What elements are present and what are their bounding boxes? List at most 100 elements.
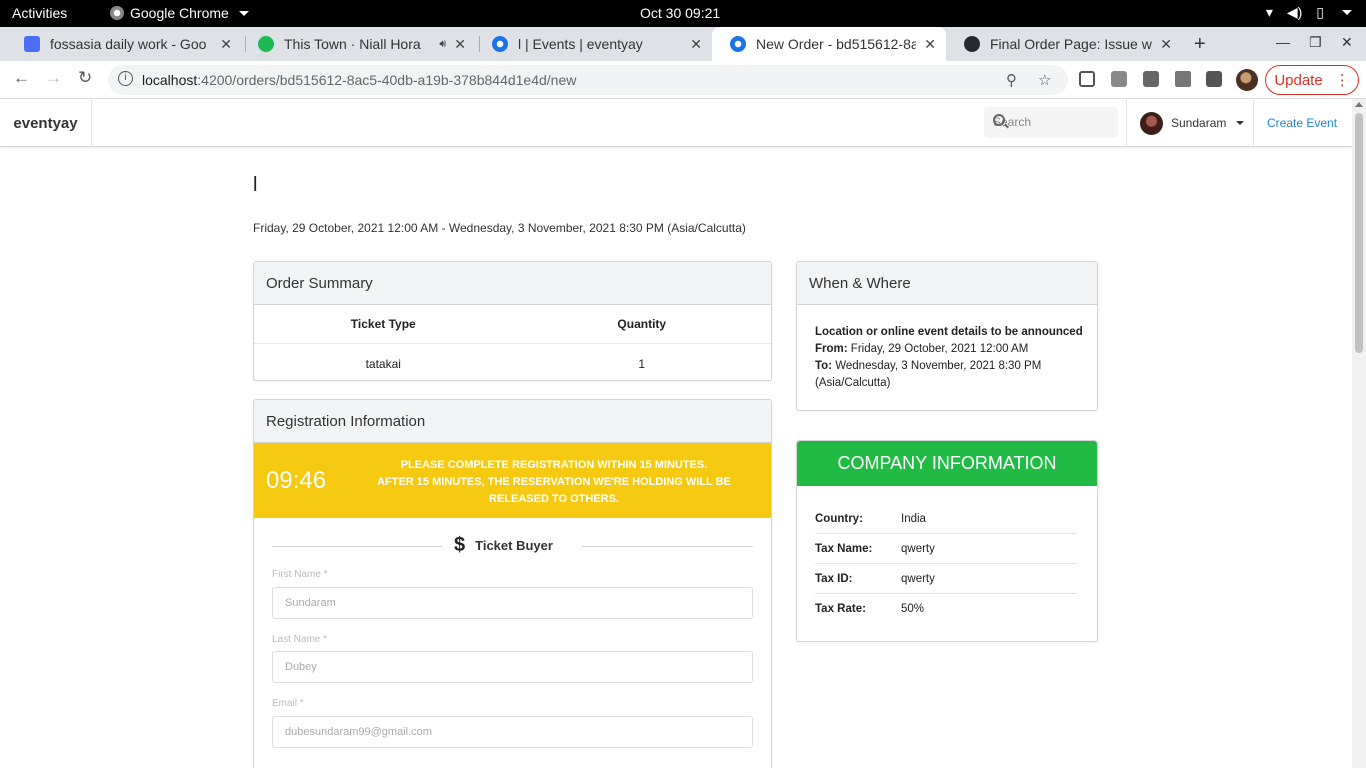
docs-icon (24, 36, 40, 52)
scroll-up-icon[interactable] (1355, 102, 1363, 107)
countdown-timer: 09:46 (266, 467, 327, 494)
reload-icon[interactable]: ↻ (78, 68, 92, 88)
tab-title: l | Events | eventyay (518, 36, 643, 52)
browser-tab[interactable]: Final Order Page: Issue w ✕ (946, 27, 1182, 61)
create-event-link[interactable]: Create Event (1267, 116, 1337, 130)
timer-message: PLEASE COMPLETE REGISTRATION WITHIN 15 M… (377, 459, 731, 505)
column-header: Ticket Type (350, 317, 416, 331)
eventyay-icon (492, 36, 508, 52)
to-date: Wednesday, 3 November, 2021 8:30 PM (Asi… (815, 360, 1042, 389)
tab-title: New Order - bd515612-8a (756, 36, 917, 52)
avatar (1140, 111, 1163, 135)
browser-tab[interactable]: l | Events | eventyay ✕ (474, 27, 712, 61)
app-name: Google Chrome (130, 5, 229, 21)
forward-icon[interactable]: → (45, 68, 62, 88)
browser-toolbar: ← → ↻ i localhost:4200/orders/bd515612-8… (0, 61, 1366, 99)
site-info-icon[interactable]: i (118, 71, 133, 86)
list-item: Country: India (815, 504, 1077, 534)
when-where-details: Location or online event details to be a… (815, 326, 1083, 389)
when-where-heading: When & Where (797, 262, 1097, 305)
first-name-label: First Name * (272, 569, 328, 580)
bookmark-star-icon[interactable]: ☆ (1038, 71, 1051, 89)
ticket-buyer-heading: $ Ticket Buyer (454, 534, 553, 556)
search-icon (993, 114, 1005, 126)
puzzle-icon[interactable] (1175, 71, 1191, 87)
list-item: Tax Rate: 50% (815, 603, 925, 615)
email-label: Email * (272, 698, 304, 709)
app-navbar: eventyay Search Sundaram Create Event (0, 99, 1352, 147)
close-icon[interactable]: ✕ (924, 36, 936, 53)
close-icon[interactable]: ✕ (690, 36, 702, 53)
event-dates: Friday, 29 October, 2021 12:00 AM - Wedn… (253, 221, 746, 235)
event-title: l (253, 174, 258, 196)
order-table: Ticket Type Quantity tatakai 1 (254, 305, 771, 383)
spotify-icon (258, 36, 274, 52)
profile-avatar[interactable] (1236, 69, 1258, 91)
battery-icon: ▯ (1316, 4, 1324, 20)
system-tray[interactable]: ▾ ◀) ▯ (1266, 4, 1352, 21)
divider (272, 546, 442, 547)
clock[interactable]: Oct 30 09:21 (640, 5, 720, 21)
from-date: Friday, 29 October, 2021 12:00 AM (850, 343, 1029, 355)
update-button[interactable]: Update ⋮ (1265, 65, 1359, 95)
address-bar[interactable]: i localhost:4200/orders/bd515612-8ac5-40… (108, 65, 1068, 95)
location-text: Location or online event details to be a… (815, 326, 1083, 338)
media-control-icon[interactable] (1206, 71, 1222, 87)
last-name-field[interactable]: Dubey (272, 651, 753, 683)
divider (582, 546, 753, 547)
tab-title: Final Order Page: Issue w (990, 36, 1152, 52)
order-summary-heading: Order Summary (254, 262, 771, 305)
zoom-icon[interactable]: ⚲ (1006, 71, 1017, 89)
brand-logo[interactable]: eventyay (0, 99, 92, 147)
page-scrollbar[interactable] (1352, 99, 1366, 768)
qr-extension-icon[interactable] (1079, 71, 1095, 87)
chevron-down-icon (1236, 121, 1245, 125)
company-info-heading: COMPANY INFORMATION (797, 441, 1097, 486)
table-row: tatakai 1 (254, 344, 771, 383)
ticket-type-cell: tatakai (365, 356, 401, 371)
order-summary-card: Order Summary Ticket Type Quantity tatak… (253, 261, 772, 381)
dollar-icon: $ (454, 534, 466, 556)
search-input[interactable]: Search (984, 107, 1118, 138)
speaker-icon[interactable]: 🔊︎ (439, 38, 446, 51)
close-icon[interactable]: ✕ (220, 36, 232, 53)
os-top-bar: Activities Google Chrome Oct 30 09:21 ▾ … (0, 0, 1366, 27)
tab-title: This Town · Niall Hora (284, 36, 421, 52)
last-name-label: Last Name * (272, 634, 328, 645)
browser-tab[interactable]: This Town · Niall Hora 🔊︎ ✕ (240, 27, 476, 61)
close-icon[interactable]: ✕ (1160, 36, 1172, 53)
cast-extension-icon[interactable] (1111, 71, 1127, 87)
activities-button[interactable]: Activities (12, 5, 67, 21)
browser-tab-active[interactable]: New Order - bd515612-8a ✕ (712, 27, 946, 61)
registration-heading: Registration Information (254, 400, 771, 443)
more-menu-icon: ⋮ (1334, 72, 1350, 89)
browser-tab[interactable]: fossasia daily work - Goo ✕ (6, 27, 242, 61)
company-info-card: COMPANY INFORMATION Country: India Tax N… (796, 440, 1098, 642)
when-where-card: When & Where Location or online event de… (796, 261, 1098, 411)
url-text[interactable]: localhost:4200/orders/bd515612-8ac5-40db… (142, 72, 576, 88)
list-item: Tax Name: qwerty (815, 534, 1077, 564)
app-menu[interactable]: Google Chrome (110, 5, 249, 21)
chevron-down-icon (238, 10, 249, 16)
timer-banner: 09:46 PLEASE COMPLETE REGISTRATION WITHI… (254, 443, 771, 518)
window-close-icon[interactable]: ✕ (1341, 34, 1353, 51)
column-header: Quantity (617, 317, 667, 331)
company-info-list: Country: India Tax Name: qwerty Tax ID: … (815, 504, 1077, 624)
user-name: Sundaram (1171, 116, 1227, 130)
eventyay-icon (730, 36, 746, 52)
minimize-icon[interactable]: — (1276, 34, 1290, 50)
quantity-cell: 1 (638, 356, 646, 371)
chrome-icon (110, 6, 124, 20)
first-name-field[interactable]: Sundaram (272, 587, 753, 619)
user-menu[interactable]: Sundaram (1126, 99, 1254, 147)
maximize-icon[interactable]: ❐ (1309, 34, 1322, 51)
email-field[interactable]: dubesundaram99@gmail.com (272, 716, 753, 748)
volume-icon: ◀) (1286, 4, 1303, 20)
extension-icon[interactable] (1143, 71, 1159, 87)
back-icon[interactable]: ← (13, 68, 30, 88)
close-icon[interactable]: ✕ (454, 36, 466, 53)
tab-strip: fossasia daily work - Goo ✕ This Town · … (0, 27, 1366, 61)
tab-title: fossasia daily work - Goo (50, 36, 207, 52)
scrollbar-thumb[interactable] (1355, 113, 1363, 353)
new-tab-button[interactable]: + (1194, 33, 1206, 56)
